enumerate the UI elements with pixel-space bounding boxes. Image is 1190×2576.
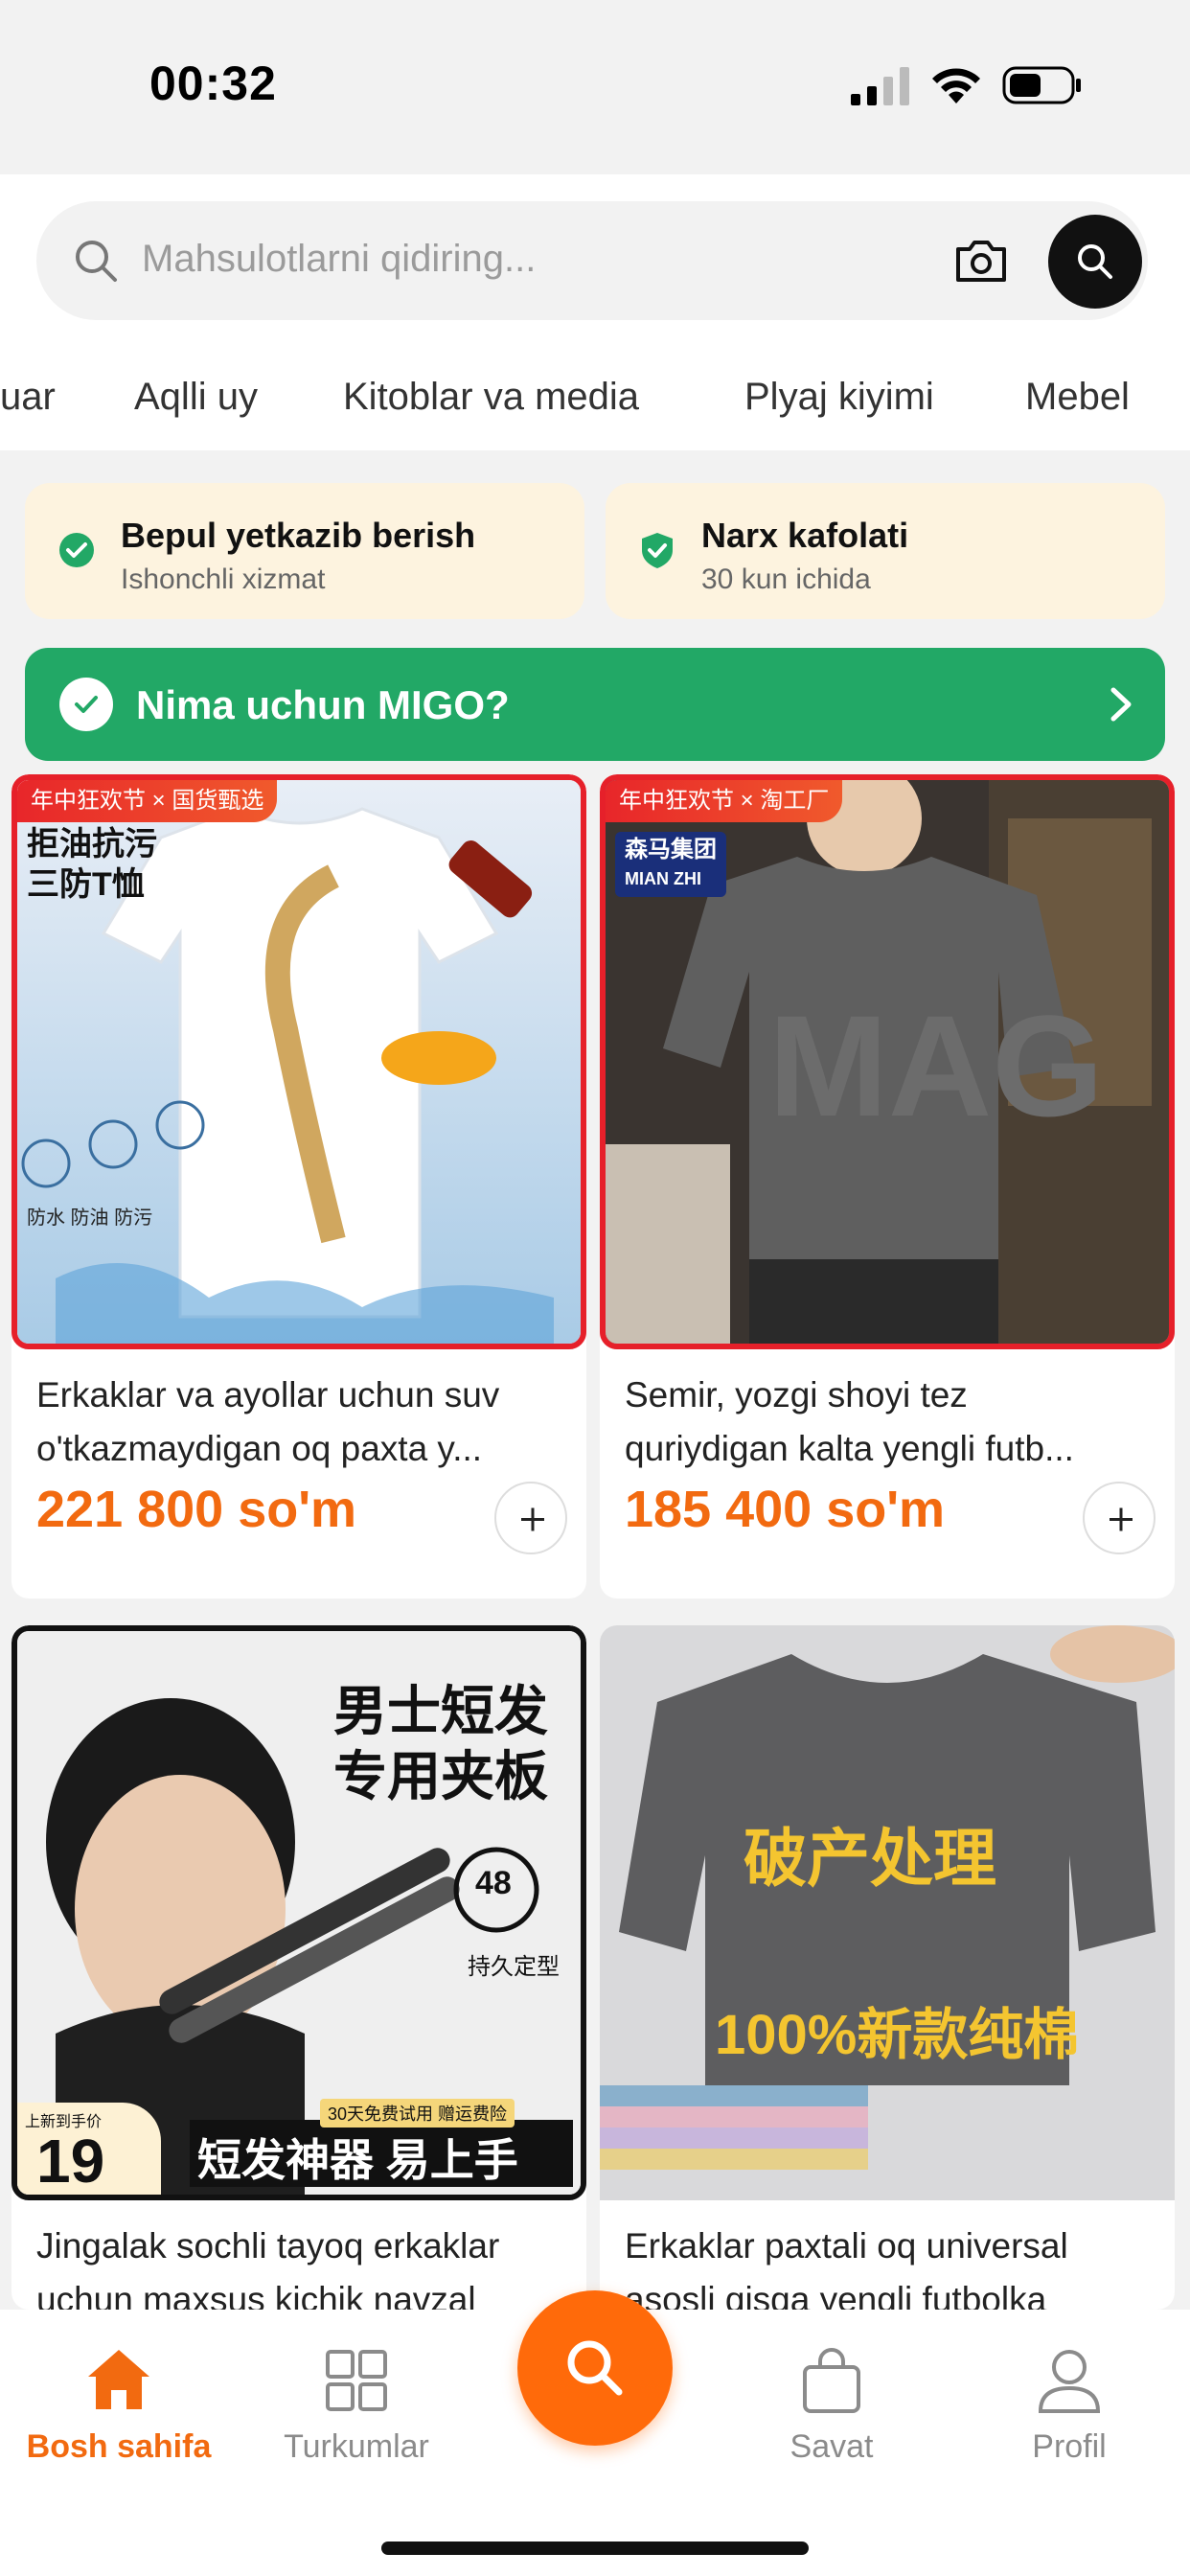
- search-button[interactable]: [1048, 215, 1142, 309]
- home-indicator: [381, 2542, 809, 2555]
- product-name[interactable]: Jingalak sochli tayoq erkaklar uchun max…: [36, 2220, 573, 2310]
- wifi-icon: [932, 68, 980, 104]
- category-tab[interactable]: Kitoblar va media: [343, 376, 639, 419]
- feature-title: Bepul yetkazib berish: [121, 516, 476, 555]
- promo-badge: 年中狂欢节 × 淘工厂: [606, 780, 843, 822]
- product-image[interactable]: MAG 年中狂欢节 × 淘工厂 森马集团 MIAN ZHI: [600, 774, 1175, 1349]
- product-price: 221 800 so'm: [36, 1481, 357, 1538]
- svg-text:MAG: MAG: [768, 985, 1104, 1146]
- why-migo-banner[interactable]: Nima uchun MIGO?: [25, 648, 1165, 761]
- search-fab-button[interactable]: [517, 2290, 673, 2446]
- search-icon: [1078, 244, 1112, 279]
- search-bar[interactable]: Mahsulotlarni qidiring...: [36, 201, 1148, 320]
- image-caption: 持久定型: [468, 1954, 560, 1980]
- check-icon: [59, 678, 113, 731]
- feature-subtitle: 30 kun ichida: [701, 564, 871, 595]
- tshirt-image: [600, 1625, 1175, 2200]
- product-name[interactable]: Semir, yozgi shoyi tez quriydigan kalta …: [625, 1368, 1161, 1476]
- battery-icon: [1002, 66, 1081, 104]
- promo-badge: 年中狂欢节 × 国货甄选: [17, 780, 278, 822]
- feature-free-delivery[interactable]: Bepul yetkazib berish Ishonchli xizmat: [25, 483, 584, 619]
- header: Mahsulotlarni qidiring... uar Aqlli uy K…: [0, 174, 1190, 450]
- grid-icon: [326, 2350, 387, 2411]
- shield-check-icon: [642, 533, 673, 568]
- product-name[interactable]: Erkaklar paxtali oq universal asosli qis…: [625, 2220, 1161, 2310]
- product-image[interactable]: 男士短发 专用夹板 48 持久定型 30天免费试用 赠运费险 短发神器 易上手 …: [11, 1625, 586, 2200]
- image-caption: 48: [475, 1865, 512, 1901]
- shopping-bag-icon: [803, 2348, 860, 2413]
- price-badge: 上新到手价 19: [17, 2103, 161, 2195]
- nav-cart[interactable]: Savat: [726, 2344, 937, 2466]
- nav-home[interactable]: Bosh sahifa: [13, 2344, 224, 2466]
- category-tabs: uar Aqlli uy Kitoblar va media Plyaj kiy…: [0, 366, 1190, 443]
- image-caption: 破产处理: [744, 1823, 996, 1894]
- why-migo-label: Nima uchun MIGO?: [136, 682, 510, 727]
- user-icon: [1038, 2350, 1101, 2413]
- category-tab[interactable]: Mebel: [1025, 376, 1130, 419]
- add-to-cart-button[interactable]: [494, 1482, 567, 1554]
- search-icon: [567, 2340, 623, 2396]
- product-image[interactable]: 年中狂欢节 × 国货甄选 拒油抗污 三防T恤 防水 防油 防污: [11, 774, 586, 1349]
- camera-icon[interactable]: [952, 232, 1010, 289]
- image-caption: 男士短发 专用夹板: [333, 1681, 548, 1806]
- feature-price-guarantee[interactable]: Narx kafolati 30 kun ichida: [606, 483, 1165, 619]
- feature-subtitle: Ishonchli xizmat: [121, 564, 326, 595]
- product-price: 185 400 so'm: [625, 1481, 946, 1538]
- category-tab[interactable]: Plyaj kiyimi: [744, 376, 934, 419]
- add-to-cart-button[interactable]: [1083, 1482, 1156, 1554]
- nav-profile[interactable]: Profil: [964, 2344, 1175, 2466]
- image-caption: 100%新款纯棉: [715, 2004, 1080, 2066]
- image-caption: 短发神器 易上手: [197, 2135, 518, 2185]
- product-card[interactable]: 破产处理 100%新款纯棉 Erkaklar paxtali oq univer…: [600, 1625, 1175, 2310]
- nav-categories-label: Turkumlar: [284, 2428, 429, 2465]
- brand-badge: 森马集团 MIAN ZHI: [615, 832, 726, 897]
- check-circle-icon: [59, 533, 94, 567]
- cellular-signal-icon: [851, 67, 909, 105]
- status-time: 00:32: [149, 57, 277, 110]
- chevron-right-icon: [1110, 687, 1132, 722]
- product-card[interactable]: MAG 年中狂欢节 × 淘工厂 森马集团 MIAN ZHI Semir, yoz…: [600, 774, 1175, 1598]
- nav-categories[interactable]: Turkumlar: [251, 2344, 462, 2466]
- home-icon: [88, 2350, 149, 2409]
- product-name[interactable]: Erkaklar va ayollar uchun suv o'tkazmayd…: [36, 1368, 573, 1476]
- image-caption: 拒油抗污 三防T恤: [27, 826, 157, 903]
- nav-profile-label: Profil: [1032, 2428, 1107, 2465]
- product-card[interactable]: 年中狂欢节 × 国货甄选 拒油抗污 三防T恤 防水 防油 防污 Erkaklar…: [11, 774, 586, 1598]
- category-tab[interactable]: uar: [0, 376, 56, 419]
- nav-home-label: Bosh sahifa: [26, 2428, 212, 2465]
- nav-cart-label: Savat: [790, 2428, 874, 2465]
- status-bar: 00:32: [0, 0, 1190, 174]
- search-icon: [76, 241, 117, 282]
- feature-title: Narx kafolati: [701, 516, 909, 555]
- image-caption: 防水 防油 防污: [27, 1208, 153, 1229]
- search-input[interactable]: Mahsulotlarni qidiring...: [142, 238, 536, 281]
- category-tab[interactable]: Aqlli uy: [134, 376, 258, 419]
- product-card[interactable]: 男士短发 专用夹板 48 持久定型 30天免费试用 赠运费险 短发神器 易上手 …: [11, 1625, 586, 2310]
- image-caption: 30天免费试用 赠运费险: [320, 2099, 515, 2128]
- product-image[interactable]: 破产处理 100%新款纯棉: [600, 1625, 1175, 2200]
